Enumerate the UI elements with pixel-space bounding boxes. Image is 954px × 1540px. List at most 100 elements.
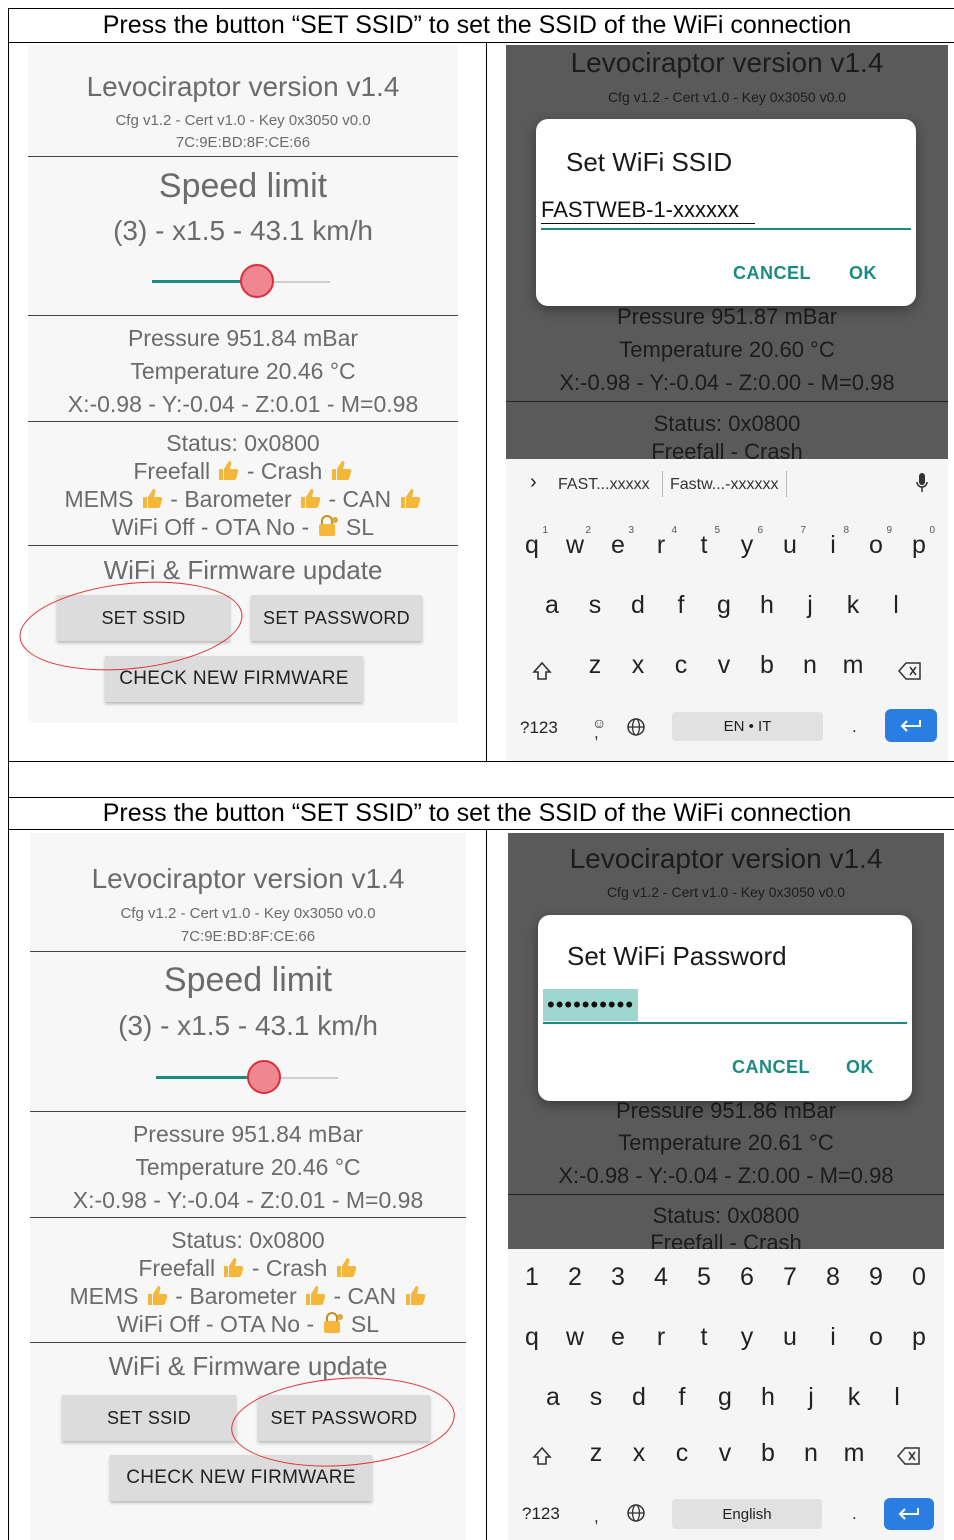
key-r[interactable]: r (641, 1323, 681, 1352)
can-label: - CAN (328, 486, 392, 512)
key-s[interactable]: s (575, 591, 615, 620)
key-z[interactable]: z (575, 651, 615, 680)
key-0[interactable]: 0 (899, 1263, 939, 1292)
key-e[interactable]: e3 (598, 525, 638, 560)
key-8[interactable]: 8 (813, 1263, 853, 1292)
key-p[interactable]: p (899, 1323, 939, 1352)
key-i[interactable]: i (813, 1323, 853, 1352)
key-m[interactable]: m (834, 1439, 874, 1468)
cancel-button[interactable]: CANCEL (732, 1057, 810, 1078)
config-info: Cfg v1.2 - Cert v1.0 - Key 0x3050 v0.0 (120, 905, 376, 922)
key-o[interactable]: o9 (856, 525, 896, 560)
key-n[interactable]: n (791, 1439, 831, 1468)
cancel-button[interactable]: CANCEL (733, 263, 811, 284)
mac-address: 7C:9E:BD:8F:CE:66 (180, 928, 316, 945)
key-l[interactable]: l (877, 1383, 917, 1412)
key-z[interactable]: z (576, 1439, 616, 1468)
key-y[interactable]: y (727, 1323, 767, 1352)
symbols-key[interactable]: ?123 (522, 1504, 560, 1524)
key-c[interactable]: c (661, 651, 701, 680)
key-e[interactable]: e (598, 1323, 638, 1352)
key-w[interactable]: w (555, 1323, 595, 1352)
backspace-icon[interactable] (898, 662, 922, 680)
key-r[interactable]: r4 (641, 525, 681, 560)
comma-key[interactable]: , (594, 723, 599, 743)
microphone-icon[interactable] (916, 473, 928, 493)
password-input[interactable]: •••••••••• (543, 989, 639, 1021)
key-2[interactable]: 2 (555, 1263, 595, 1292)
comma-key[interactable]: , (594, 1507, 599, 1527)
key-j[interactable]: j (791, 1383, 831, 1412)
suggestion-1[interactable]: FAST...xxxxx (558, 476, 650, 494)
key-x[interactable]: x (619, 1439, 659, 1468)
shift-icon[interactable] (532, 1446, 552, 1466)
key-o[interactable]: o (856, 1323, 896, 1352)
key-q[interactable]: q1 (512, 525, 552, 560)
enter-key[interactable] (885, 709, 937, 742)
key-h[interactable]: h (748, 1383, 788, 1412)
key-c[interactable]: c (662, 1439, 702, 1468)
period-key[interactable]: . (852, 1504, 857, 1524)
key-i[interactable]: i8 (813, 525, 853, 560)
key-4[interactable]: 4 (641, 1263, 681, 1292)
key-f[interactable]: f (661, 591, 701, 620)
space-bar[interactable]: EN • IT (672, 712, 823, 741)
key-a[interactable]: a (532, 591, 572, 620)
key-m[interactable]: m (833, 651, 873, 680)
shift-icon[interactable] (532, 661, 552, 681)
key-j[interactable]: j (790, 591, 830, 620)
ok-button[interactable]: OK (849, 263, 877, 284)
key-t[interactable]: t (684, 1323, 724, 1352)
key-9[interactable]: 9 (856, 1263, 896, 1292)
key-5[interactable]: 5 (684, 1263, 724, 1292)
key-h[interactable]: h (747, 591, 787, 620)
key-y[interactable]: y6 (727, 525, 767, 560)
speed-slider-thumb[interactable] (240, 264, 274, 298)
key-n[interactable]: n (790, 651, 830, 680)
key-p[interactable]: p0 (899, 525, 939, 560)
key-v[interactable]: v (704, 651, 744, 680)
divider (28, 421, 458, 422)
set-ssid-button[interactable]: SET SSID (62, 1395, 236, 1441)
key-x[interactable]: x (618, 651, 658, 680)
chevron-right-icon[interactable]: › (530, 471, 537, 494)
key-7[interactable]: 7 (770, 1263, 810, 1292)
backspace-icon[interactable] (897, 1447, 921, 1465)
key-t[interactable]: t5 (684, 525, 724, 560)
key-u[interactable]: u7 (770, 525, 810, 560)
key-g[interactable]: g (705, 1383, 745, 1412)
key-d[interactable]: d (619, 1383, 659, 1412)
enter-key[interactable] (884, 1498, 934, 1530)
speed-slider-thumb[interactable] (247, 1060, 281, 1094)
key-f[interactable]: f (662, 1383, 702, 1412)
ok-button[interactable]: OK (846, 1057, 874, 1078)
key-l[interactable]: l (876, 591, 916, 620)
key-v[interactable]: v (705, 1439, 745, 1468)
key-w[interactable]: w2 (555, 525, 595, 560)
thumbs-up-icon (301, 489, 321, 508)
temperature-reading: Temperature 20.46 °C (135, 1154, 361, 1180)
globe-icon[interactable] (626, 717, 646, 737)
key-k[interactable]: k (833, 591, 873, 620)
period-key[interactable]: . (852, 717, 857, 737)
key-b[interactable]: b (747, 651, 787, 680)
key-b[interactable]: b (748, 1439, 788, 1468)
suggestion-2[interactable]: Fastw...-xxxxxx (670, 476, 778, 494)
key-d[interactable]: d (618, 591, 658, 620)
key-u[interactable]: u (770, 1323, 810, 1352)
symbols-key[interactable]: ?123 (520, 718, 558, 738)
key-1[interactable]: 1 (512, 1263, 552, 1292)
key-q[interactable]: q (512, 1323, 552, 1352)
key-s[interactable]: s (576, 1383, 616, 1412)
key-3[interactable]: 3 (598, 1263, 638, 1292)
globe-icon[interactable] (626, 1503, 646, 1523)
sl-label: SL (350, 1311, 380, 1337)
space-bar[interactable]: English (672, 1499, 822, 1529)
set-password-button[interactable]: SET PASSWORD (251, 595, 422, 641)
key-k[interactable]: k (834, 1383, 874, 1412)
divider (30, 1111, 466, 1112)
key-6[interactable]: 6 (727, 1263, 767, 1292)
key-g[interactable]: g (704, 591, 744, 620)
key-a[interactable]: a (533, 1383, 573, 1412)
ssid-input[interactable]: FASTWEB-1-xxxxxx (541, 197, 739, 223)
